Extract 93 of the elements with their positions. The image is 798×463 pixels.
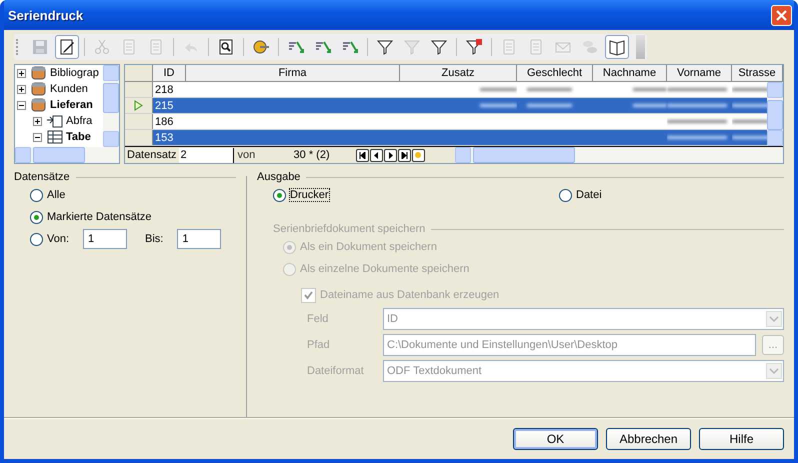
table-cell-text: 215 (154, 98, 174, 113)
tree-item[interactable]: Kunden (50, 83, 88, 95)
close-button[interactable] (771, 4, 792, 26)
row-header[interactable] (125, 130, 153, 145)
checkmark-icon (303, 290, 314, 300)
filter-icon (403, 38, 421, 56)
blurred-text (527, 88, 572, 91)
column-header[interactable]: Firma (186, 65, 400, 81)
close-icon (775, 8, 788, 22)
query-icon (46, 113, 64, 129)
blurred-text (480, 88, 517, 91)
window-title: Seriendruck (8, 8, 84, 22)
dialog-button[interactable]: Abbrechen (606, 428, 691, 450)
magnifier-icon (217, 38, 235, 56)
expander-icon[interactable] (17, 100, 26, 110)
scissors-icon (93, 38, 111, 56)
group-title: Serienbriefdokument speichern (273, 223, 426, 235)
database-icon (581, 38, 599, 56)
row-header[interactable] (125, 114, 153, 129)
radio-button[interactable] (30, 188, 43, 202)
dialog-button[interactable]: Hilfe (699, 428, 784, 450)
field-label: Pfad (307, 339, 331, 351)
record-count: 30 * (2) (294, 149, 331, 161)
group-title: Ausgabe (257, 171, 300, 183)
blurred-text (667, 120, 727, 123)
column-header[interactable]: Vorname (667, 65, 732, 81)
record-label: Datensatz (126, 149, 178, 161)
database-icon (30, 65, 48, 81)
radio-button[interactable] (30, 210, 43, 224)
dialog-button[interactable]: OK (513, 428, 598, 450)
column-header[interactable]: Strasse (732, 65, 783, 81)
column-header[interactable]: ID (153, 65, 186, 81)
radio-label[interactable]: Markierte Datensätze (47, 211, 152, 223)
table-cell-text: 153 (154, 130, 174, 145)
next-record-button[interactable] (384, 148, 397, 162)
radio-button[interactable] (273, 188, 286, 202)
new-record-button[interactable] (412, 148, 425, 162)
filter-icon (376, 38, 394, 56)
first-record-button[interactable] (356, 148, 369, 162)
floppy-icon (31, 38, 49, 56)
tree-item[interactable]: Abfra (66, 115, 92, 127)
radio-button[interactable] (30, 232, 43, 246)
first-icon (358, 152, 366, 158)
record-field[interactable]: 2 (178, 148, 234, 162)
table-icon (46, 129, 64, 145)
book-tool-button[interactable] (605, 35, 629, 59)
scrollbar[interactable] (15, 147, 119, 163)
filter-icon (430, 38, 448, 56)
column-header[interactable]: Zusatz (400, 65, 517, 81)
database-icon (30, 81, 48, 97)
radio-label[interactable]: Datei (576, 189, 602, 201)
blurred-text (667, 136, 727, 139)
last-record-button[interactable] (398, 148, 411, 162)
radio-label[interactable]: Von: (47, 233, 70, 245)
expander-icon[interactable] (17, 68, 26, 78)
column-header[interactable]: Nachname (593, 65, 667, 81)
next-icon (386, 152, 394, 158)
table-cell-text: 218 (154, 82, 174, 97)
tree-item[interactable]: Lieferan (50, 99, 93, 111)
expander-icon[interactable] (33, 116, 42, 126)
filter-remove-icon (465, 38, 483, 56)
field-label: Dateiformat (307, 365, 365, 377)
blurred-text (527, 104, 572, 107)
current-row-icon (134, 100, 143, 111)
tree-item[interactable]: Tabe (66, 131, 91, 143)
expander-icon[interactable] (17, 84, 26, 94)
blurred-text (480, 104, 517, 107)
to-field[interactable]: 1 (177, 229, 222, 249)
edit-tool-button[interactable] (55, 35, 79, 59)
row-header[interactable] (125, 98, 153, 113)
expander-icon[interactable] (33, 132, 42, 142)
to-label: Bis: (145, 233, 164, 245)
radio-button[interactable] (559, 188, 572, 202)
of-label: von (236, 149, 256, 161)
row-header[interactable] (125, 82, 153, 97)
table-cell-text: 186 (154, 114, 174, 129)
toolbar-grip[interactable] (16, 39, 21, 55)
book-icon (608, 38, 626, 56)
pencil-icon (58, 38, 76, 56)
previous-icon (372, 152, 380, 158)
previous-record-button[interactable] (370, 148, 383, 162)
database-icon (30, 97, 48, 113)
column-header[interactable]: Geschlecht (517, 65, 593, 81)
from-field[interactable]: 1 (83, 229, 128, 249)
scrollbar[interactable] (767, 82, 783, 146)
field-label: Feld (307, 313, 330, 325)
tree-item[interactable]: Bibliograp (50, 67, 99, 79)
group-title: Datensätze (14, 171, 70, 183)
scrollbar[interactable] (103, 65, 119, 147)
scrollbar[interactable] (454, 147, 783, 163)
radio-label[interactable]: Alle (47, 189, 66, 201)
radio-label[interactable]: Drucker (290, 189, 329, 201)
last-icon (400, 152, 408, 158)
